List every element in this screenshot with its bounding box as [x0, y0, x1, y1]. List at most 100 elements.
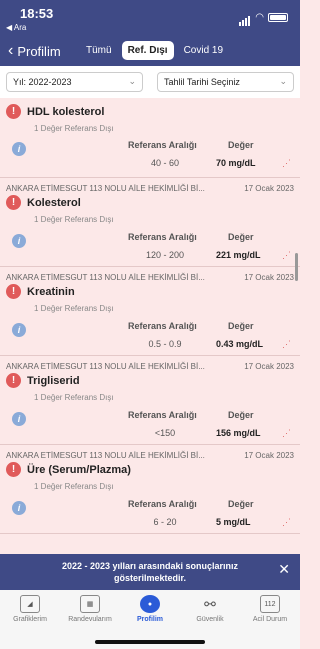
result-value: 221 mg/dL — [216, 250, 261, 260]
wifi-icon: ◠ — [255, 11, 264, 23]
person-icon: ● — [140, 595, 160, 613]
link-icon: ⚯ — [204, 595, 216, 612]
value-header: Değer — [228, 140, 254, 150]
ref-header: Referans Aralığı — [128, 140, 197, 150]
lab-name: ANKARA ETİMESGUT 113 NOLU AİLE HEKİMLİĞİ… — [6, 273, 205, 282]
test-name: Kreatinin — [27, 285, 75, 298]
source-row: ANKARA ETİMESGUT 113 NOLU AİLE HEKİMLİĞİ… — [6, 184, 294, 193]
close-icon[interactable]: ✕ — [278, 562, 290, 576]
value-header: Değer — [228, 410, 254, 420]
ref-range: 120 - 200 — [145, 250, 185, 260]
info-icon[interactable]: i — [12, 412, 26, 426]
lab-name: ANKARA ETİMESGUT 113 NOLU AİLE HEKİMLİĞİ… — [6, 362, 205, 371]
info-banner: 2022 - 2023 yılları arasındaki sonuçları… — [0, 554, 300, 590]
year-select[interactable]: Yıl: 2022-2023 ⌄ — [6, 72, 143, 92]
ref-header: Referans Aralığı — [128, 232, 197, 242]
source-row: ANKARA ETİMESGUT 113 NOLU AİLE HEKİMLİĞİ… — [6, 362, 294, 371]
chevron-left-icon: ‹ — [8, 42, 14, 59]
status-bar: 18:53 ◀ Ara ◠ — [0, 0, 300, 36]
result-date: 17 Ocak 2023 — [244, 273, 294, 282]
value-header: Değer — [228, 499, 254, 509]
ref-range: 0.5 - 0.9 — [148, 339, 182, 349]
date-select-value: Tahlil Tarihi Seçiniz — [164, 77, 240, 87]
result-card[interactable]: ANKARA ETİMESGUT 113 NOLU AİLE HEKİMLİĞİ… — [0, 178, 300, 267]
result-date: 17 Ocak 2023 — [244, 451, 294, 460]
result-title-row: ! Trigliserid — [6, 373, 294, 388]
home-indicator — [95, 640, 205, 644]
nav-header: ‹ Profilim Tümü Ref. Dışı Covid 19 — [0, 36, 300, 66]
test-name: Trigliserid — [27, 374, 80, 387]
trend-icon[interactable]: ⋰ — [282, 428, 291, 439]
filter-tabs: Tümü Ref. Dışı Covid 19 — [80, 41, 229, 60]
calendar-icon: ▦ — [80, 595, 100, 613]
result-title-row: ! Kreatinin — [6, 284, 294, 299]
tab-out-of-range[interactable]: Ref. Dışı — [121, 41, 174, 60]
result-card[interactable]: ANKARA ETİMESGUT 113 NOLU AİLE HEKİMLİĞİ… — [0, 267, 300, 356]
test-name: Kolesterol — [27, 196, 81, 209]
info-icon[interactable]: i — [12, 323, 26, 337]
info-icon[interactable]: i — [12, 501, 26, 515]
results-list[interactable]: ! HDL kolesterol 1 Değer Referans Dışı R… — [0, 98, 300, 554]
ref-range: 6 - 20 — [153, 517, 177, 527]
warning-icon: ! — [6, 104, 21, 119]
clock: 18:53 — [20, 6, 54, 21]
result-value: 5 mg/dL — [216, 517, 251, 527]
result-title-row: ! HDL kolesterol — [6, 104, 294, 119]
tab-label: Randevularım — [68, 616, 112, 623]
value-header: Değer — [228, 232, 254, 242]
test-name: HDL kolesterol — [27, 105, 105, 118]
battery-icon — [268, 12, 288, 22]
tab-covid[interactable]: Covid 19 — [178, 41, 229, 60]
chart-icon: ◢ — [20, 595, 40, 613]
ref-header: Referans Aralığı — [128, 410, 197, 420]
chevron-down-icon: ⌄ — [128, 76, 136, 86]
info-icon[interactable]: i — [12, 142, 26, 156]
result-title-row: ! Üre (Serum/Plazma) — [6, 462, 294, 477]
warning-icon: ! — [6, 462, 21, 477]
ref-range: 40 - 60 — [150, 158, 180, 168]
result-date: 17 Ocak 2023 — [244, 362, 294, 371]
system-indicators: ◠ — [239, 8, 288, 26]
warning-icon: ! — [6, 284, 21, 299]
result-date: 17 Ocak 2023 — [244, 184, 294, 193]
info-icon[interactable]: i — [12, 234, 26, 248]
filter-bar: Yıl: 2022-2023 ⌄ Tahlil Tarihi Seçiniz ⌄ — [0, 66, 300, 98]
result-value: 156 mg/dL — [216, 428, 261, 438]
trend-icon[interactable]: ⋰ — [282, 158, 291, 169]
year-select-value: Yıl: 2022-2023 — [13, 77, 72, 87]
warning-icon: ! — [6, 195, 21, 210]
tab-label: Grafiklerim — [13, 616, 47, 623]
out-of-range-count: 1 Değer Referans Dışı — [34, 482, 114, 491]
value-header: Değer — [228, 321, 254, 331]
result-card[interactable]: ANKARA ETİMESGUT 113 NOLU AİLE HEKİMLİĞİ… — [0, 445, 300, 534]
result-card[interactable]: ANKARA ETİMESGUT 113 NOLU AİLE HEKİMLİĞİ… — [0, 356, 300, 445]
ref-header: Referans Aralığı — [128, 321, 197, 331]
result-value: 70 mg/dL — [216, 158, 256, 168]
lab-name: ANKARA ETİMESGUT 113 NOLU AİLE HEKİMLİĞİ… — [6, 184, 205, 193]
result-card[interactable]: ! HDL kolesterol 1 Değer Referans Dışı R… — [0, 98, 300, 178]
banner-text: 2022 - 2023 yılları arasındaki sonuçları… — [61, 561, 239, 583]
tab-label: Güvenlik — [196, 616, 224, 623]
chevron-down-icon: ⌄ — [279, 76, 287, 86]
lab-name: ANKARA ETİMESGUT 113 NOLU AİLE HEKİMLİĞİ… — [6, 451, 205, 460]
tab-all[interactable]: Tümü — [80, 41, 118, 60]
ref-range: <150 — [154, 428, 176, 438]
source-row: ANKARA ETİMESGUT 113 NOLU AİLE HEKİMLİĞİ… — [6, 451, 294, 460]
back-button[interactable]: ‹ Profilim — [8, 42, 61, 60]
trend-icon[interactable]: ⋰ — [282, 517, 291, 528]
ref-header: Referans Aralığı — [128, 499, 197, 509]
scrollbar[interactable] — [295, 253, 298, 281]
tab-emergency[interactable]: 112 Acil Durum — [240, 590, 300, 649]
source-row: ANKARA ETİMESGUT 113 NOLU AİLE HEKİMLİĞİ… — [6, 273, 294, 282]
out-of-range-count: 1 Değer Referans Dışı — [34, 304, 114, 313]
trend-icon[interactable]: ⋰ — [282, 339, 291, 350]
out-of-range-count: 1 Değer Referans Dışı — [34, 393, 114, 402]
back-to-app-link[interactable]: ◀ Ara — [6, 23, 26, 32]
tab-label: Acil Durum — [252, 616, 288, 623]
date-select[interactable]: Tahlil Tarihi Seçiniz ⌄ — [157, 72, 294, 92]
tab-graphs[interactable]: ◢ Grafiklerim — [0, 590, 60, 649]
signal-icon — [239, 8, 251, 26]
trend-icon[interactable]: ⋰ — [282, 250, 291, 261]
warning-icon: ! — [6, 373, 21, 388]
emergency-icon: 112 — [260, 595, 280, 613]
